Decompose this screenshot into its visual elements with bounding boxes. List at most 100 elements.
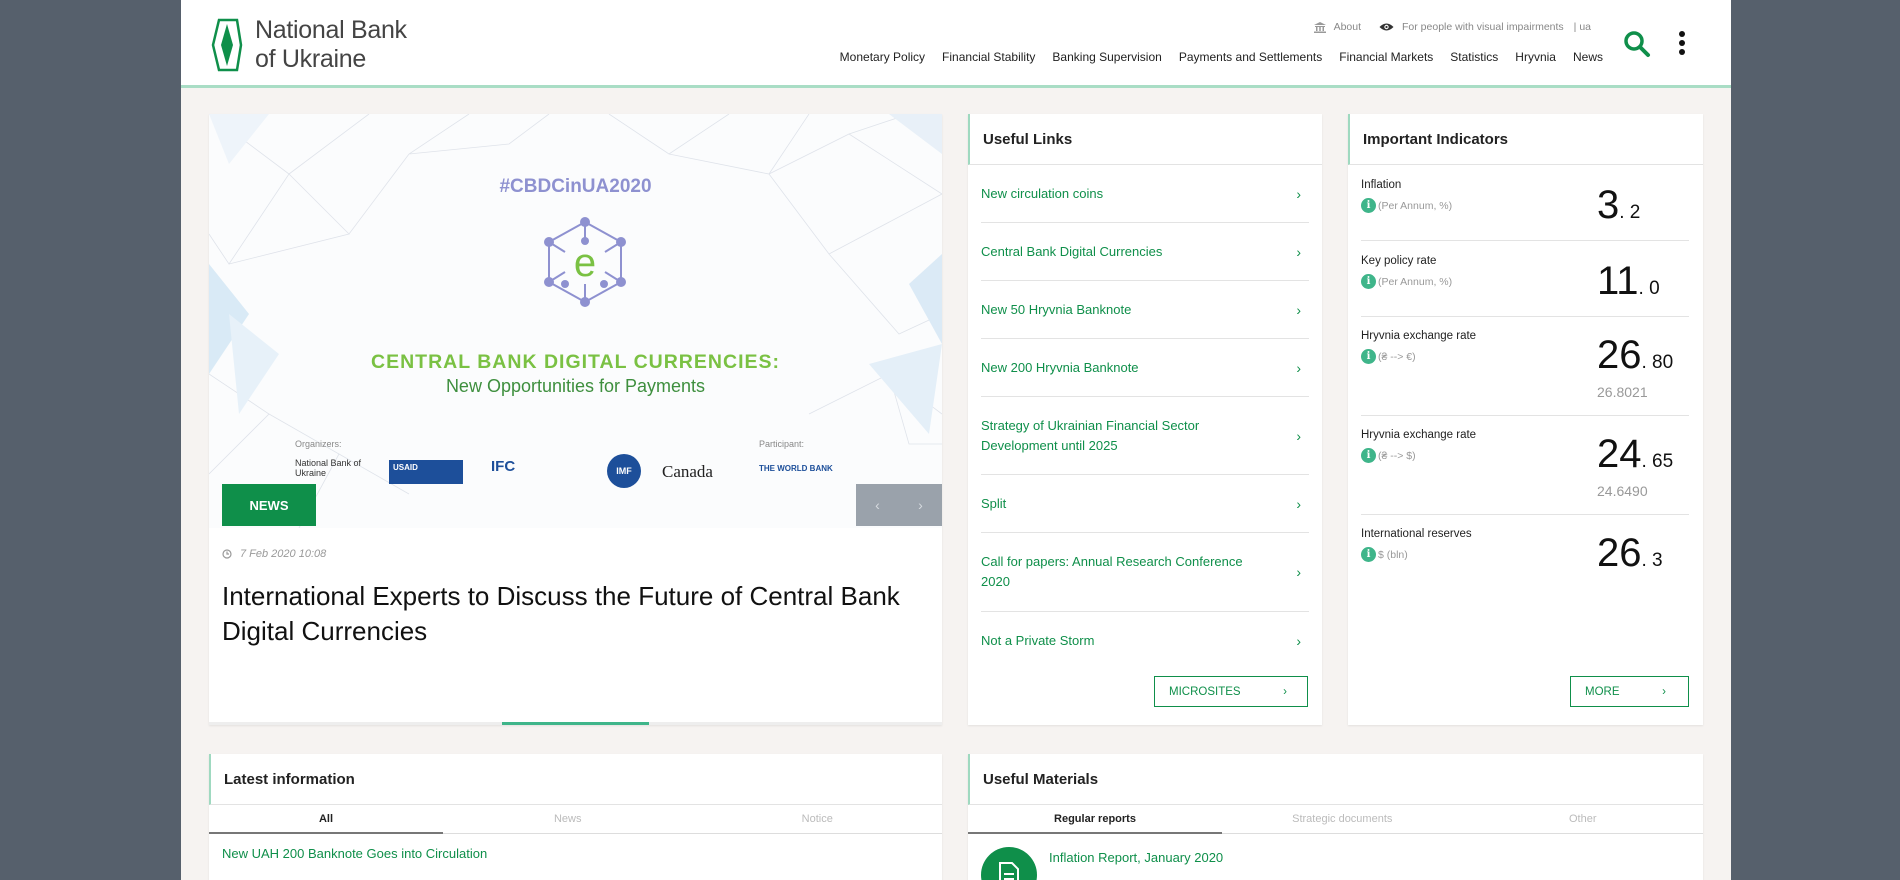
latest-item[interactable]: New UAH 200 Banknote Goes into Circulati… [209, 834, 942, 873]
main-nav: Monetary Policy Financial Stability Bank… [823, 50, 1603, 64]
nav-financial-stability[interactable]: Financial Stability [942, 50, 1035, 64]
useful-link-label: New 200 Hryvnia Banknote [981, 359, 1139, 375]
useful-link-label: New circulation coins [981, 185, 1104, 201]
banner-hashtag: #CBDCinUA2020 [499, 176, 652, 197]
tab-regular-reports[interactable]: Regular reports [968, 805, 1222, 834]
indicator-unit: i (₴ --> $) [1361, 448, 1416, 463]
materials-title: Useful Materials [968, 754, 1703, 805]
chevron-right-icon: › [1296, 359, 1301, 376]
chevron-right-icon: › [1296, 564, 1301, 580]
news-badge[interactable]: NEWS [222, 484, 316, 526]
nav-hryvnia[interactable]: Hryvnia [1515, 50, 1556, 64]
info-icon[interactable]: i [1361, 198, 1376, 213]
search-icon[interactable] [1623, 30, 1651, 58]
useful-link-label: New 50 Hryvnia Banknote [981, 301, 1132, 317]
material-item[interactable]: Inflation Report, January 2020 [981, 847, 1223, 880]
more-menu-icon[interactable] [1677, 31, 1687, 55]
nav-news[interactable]: News [1573, 50, 1603, 64]
indicator-unit: i (₴ --> €) [1361, 349, 1416, 364]
indicator-value-dec: . 0 [1638, 278, 1660, 299]
indicator-row[interactable]: Inflation i (Per Annum, %) 3. 2 [1361, 165, 1689, 241]
info-icon[interactable]: i [1361, 547, 1376, 562]
tab-news[interactable]: News [443, 805, 693, 833]
chevron-right-icon: › [1296, 301, 1301, 318]
useful-link-item[interactable]: Central Bank Digital Currencies › [981, 223, 1309, 281]
indicator-name: International reserves [1361, 528, 1472, 540]
logo-imf: IMF [607, 454, 641, 488]
news-headline[interactable]: International Experts to Discuss the Fut… [222, 579, 912, 649]
useful-link-item[interactable]: Call for papers: Annual Research Confere… [981, 533, 1309, 612]
indicator-value-dec: . 3 [1641, 550, 1663, 571]
chevron-right-icon: › [1283, 685, 1287, 698]
indicator-row[interactable]: Hryvnia exchange rate i (₴ --> $) 24. 65 … [1361, 416, 1689, 515]
indicator-value: 11. 0 [1597, 259, 1660, 304]
info-icon[interactable]: i [1361, 448, 1376, 463]
indicator-value-int: 26 [1597, 531, 1642, 575]
useful-link-item[interactable]: New 50 Hryvnia Banknote › [981, 281, 1309, 339]
chevron-right-icon: › [1296, 633, 1301, 649]
info-icon[interactable]: i [1361, 274, 1376, 289]
microsites-button[interactable]: MICROSITES › [1154, 676, 1308, 707]
nbu-logo[interactable]: National Bank of Ukraine [211, 16, 407, 74]
tab-notice[interactable]: Notice [693, 805, 943, 833]
indicators-panel: Important Indicators Inflation i (Per Ann… [1348, 114, 1703, 725]
indicator-row[interactable]: Hryvnia exchange rate i (₴ --> €) 26. 80 … [1361, 317, 1689, 416]
useful-link-item[interactable]: New circulation coins › [981, 165, 1309, 223]
svg-text:e: e [574, 241, 596, 285]
logo-nbu: National Bank of Ukraine [295, 458, 362, 478]
slider-prev-button[interactable]: ‹ [856, 484, 899, 526]
indicator-unit-text: (₴ --> €) [1378, 350, 1416, 363]
bank-icon [1313, 21, 1326, 33]
useful-link-label: Not a Private Storm [981, 633, 1095, 648]
more-button[interactable]: MORE › [1570, 676, 1689, 707]
indicator-row[interactable]: Key policy rate i (Per Annum, %) 11. 0 [1361, 241, 1689, 317]
useful-link-item[interactable]: New 200 Hryvnia Banknote › [981, 339, 1309, 397]
nav-statistics[interactable]: Statistics [1450, 50, 1498, 64]
indicator-unit: i (Per Annum, %) [1361, 274, 1452, 289]
chevron-right-icon: › [1296, 495, 1301, 512]
clock-icon [222, 549, 232, 559]
about-link[interactable]: About [1313, 21, 1361, 33]
indicator-value: 26. 3 [1597, 531, 1663, 576]
useful-link-item[interactable]: Strategy of Ukrainian Financial Sector D… [981, 397, 1309, 475]
indicators-title: Important Indicators [1348, 114, 1703, 165]
participant-label: Participant: [759, 439, 805, 449]
indicator-value-dec: . 2 [1619, 202, 1641, 223]
page: National Bank of Ukraine About For peopl… [181, 0, 1731, 880]
brand-line2: of Ukraine [255, 45, 366, 73]
visual-impairment-link[interactable]: For people with visual impairments [1379, 21, 1564, 33]
language-switch[interactable]: | ua [1574, 21, 1591, 33]
slider-arrows: ‹ › [856, 484, 942, 526]
nav-payments-settlements[interactable]: Payments and Settlements [1179, 50, 1322, 64]
microsites-label: MICROSITES [1169, 685, 1241, 698]
nav-financial-markets[interactable]: Financial Markets [1339, 50, 1433, 64]
nav-banking-supervision[interactable]: Banking Supervision [1052, 50, 1161, 64]
logo-ifc: IFC [491, 458, 516, 475]
banner-subtitle: New Opportunities for Payments [445, 376, 706, 396]
tab-all[interactable]: All [209, 805, 443, 834]
tab-other[interactable]: Other [1463, 805, 1704, 833]
chevron-right-icon: › [1296, 185, 1301, 202]
info-icon[interactable]: i [1361, 349, 1376, 364]
useful-links-title: Useful Links [968, 114, 1322, 165]
useful-link-label: Strategy of Ukrainian Financial Sector D… [981, 417, 1200, 453]
indicator-unit: i (Per Annum, %) [1361, 198, 1452, 213]
indicator-value: 24. 65 [1597, 432, 1673, 477]
indicator-unit-text: (₴ --> $) [1378, 449, 1416, 462]
indicator-name: Hryvnia exchange rate [1361, 330, 1477, 342]
slider-next-button[interactable]: › [899, 484, 942, 526]
useful-link-item[interactable]: Split › [981, 475, 1309, 533]
chevron-right-icon: › [1296, 243, 1301, 260]
banner-title: CENTRAL BANK DIGITAL CURRENCIES: [370, 351, 780, 373]
indicator-row[interactable]: International reserves i $ (bln) 26. 3 [1361, 515, 1689, 591]
nav-monetary-policy[interactable]: Monetary Policy [840, 50, 925, 64]
logo-usaid: USAID [389, 460, 463, 484]
document-icon [981, 847, 1037, 880]
indicator-value-int: 3 [1597, 183, 1620, 227]
tab-strategic-documents[interactable]: Strategic documents [1222, 805, 1463, 833]
more-label: MORE [1585, 685, 1620, 698]
indicator-name: Hryvnia exchange rate [1361, 429, 1477, 441]
organizers-label: Organizers: [295, 439, 342, 449]
slide-banner[interactable]: e #CBDCinUA2020 CENTRAL BANK DIGITAL CUR… [209, 114, 942, 528]
useful-link-item[interactable]: Not a Private Storm › [981, 612, 1309, 670]
